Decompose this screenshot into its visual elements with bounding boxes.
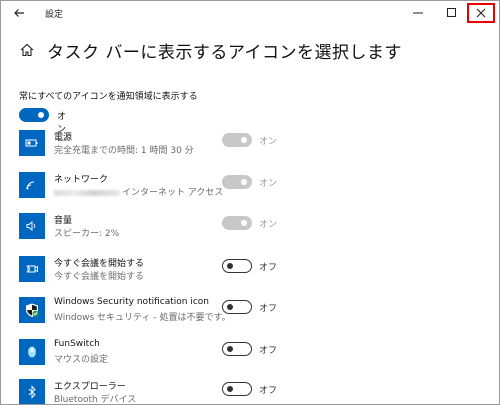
volume-toggle[interactable] [222,216,252,230]
list-item-funswitch: FunSwitch マウスの設定 オフ [1,339,499,373]
maximize-icon [447,8,456,17]
item-description: 完全充電までの時間: 1 時間 30 分 [54,146,194,156]
redacted-network-name [54,189,120,196]
toggle-knob [241,137,247,143]
toggle-knob [227,262,233,269]
item-name: Windows Security notification icon [54,297,209,307]
windows-security-toggle[interactable] [222,300,252,314]
always-show-label: 常にすべてのアイコンを通知領域に表示する [19,92,198,102]
close-icon [476,8,486,18]
home-icon[interactable] [19,42,35,58]
wifi-icon [19,172,45,198]
item-name: ネットワーク [54,175,109,185]
item-description: スピーカー: 2% [54,229,120,239]
funswitch-toggle[interactable] [222,342,252,356]
always-show-toggle[interactable] [19,108,49,122]
close-button[interactable] [467,3,495,23]
speaker-icon [19,213,45,239]
list-item-volume: 音量 スピーカー: 2% オン [1,213,499,247]
title-bar: 設定 [1,1,499,27]
network-toggle[interactable] [222,175,252,189]
power-toggle[interactable] [222,133,252,147]
item-state: オン [259,179,278,189]
toggle-knob [227,303,233,310]
item-description: Windows セキュリティ - 処置は不要です。 [54,313,231,323]
item-name: 電源 [54,133,73,143]
battery-icon [19,130,45,156]
item-name: 音量 [54,216,73,226]
settings-window: 設定 タスク バーに表示するアイコンを選択します 常にすべてのアイコンを通知領域… [0,0,500,405]
list-item-power: 電源 完全充電までの時間: 1 時間 30 分 オン [1,130,499,164]
list-item-network: ネットワーク インターネット アクセス オン [1,172,499,206]
toggle-knob [227,385,233,392]
item-state: オフ [259,386,278,396]
item-state: オフ [259,304,278,314]
page-title: タスク バーに表示するアイコンを選択します [47,43,403,63]
item-description: インターネット アクセス [54,185,223,198]
item-state: オフ [259,263,278,273]
toggle-knob [38,112,44,118]
back-arrow-icon [14,9,24,17]
meet-now-toggle[interactable] [222,259,252,273]
minimize-button[interactable] [404,1,432,25]
window-title: 設定 [45,10,64,20]
item-name: FunSwitch [54,339,100,349]
shield-icon [19,297,45,323]
toggle-knob [227,345,233,352]
item-name: エクスプローラー [54,382,126,392]
back-button[interactable] [9,4,29,22]
item-name: 今すぐ会議を開始する [54,259,145,269]
item-description: 今すぐ会議を開始する [54,272,145,282]
item-state: オフ [259,346,278,356]
item-state: オン [259,220,278,230]
toggle-knob [241,220,247,226]
list-item-explorer: エクスプローラー Bluetooth デバイス オフ [1,379,499,405]
item-description: Bluetooth デバイス [54,395,137,405]
toggle-knob [241,179,247,185]
maximize-button[interactable] [438,1,466,25]
item-state: オン [259,137,278,147]
meet-now-icon [19,256,45,282]
minimize-icon [413,12,423,14]
item-description: マウスの設定 [54,355,109,365]
list-item-windows-security: Windows Security notification icon Windo… [1,297,499,331]
list-item-meet-now: 今すぐ会議を開始する 今すぐ会議を開始する オフ [1,256,499,290]
bluetooth-icon [19,379,45,404]
explorer-toggle[interactable] [222,382,252,396]
mouse-icon [19,339,45,365]
